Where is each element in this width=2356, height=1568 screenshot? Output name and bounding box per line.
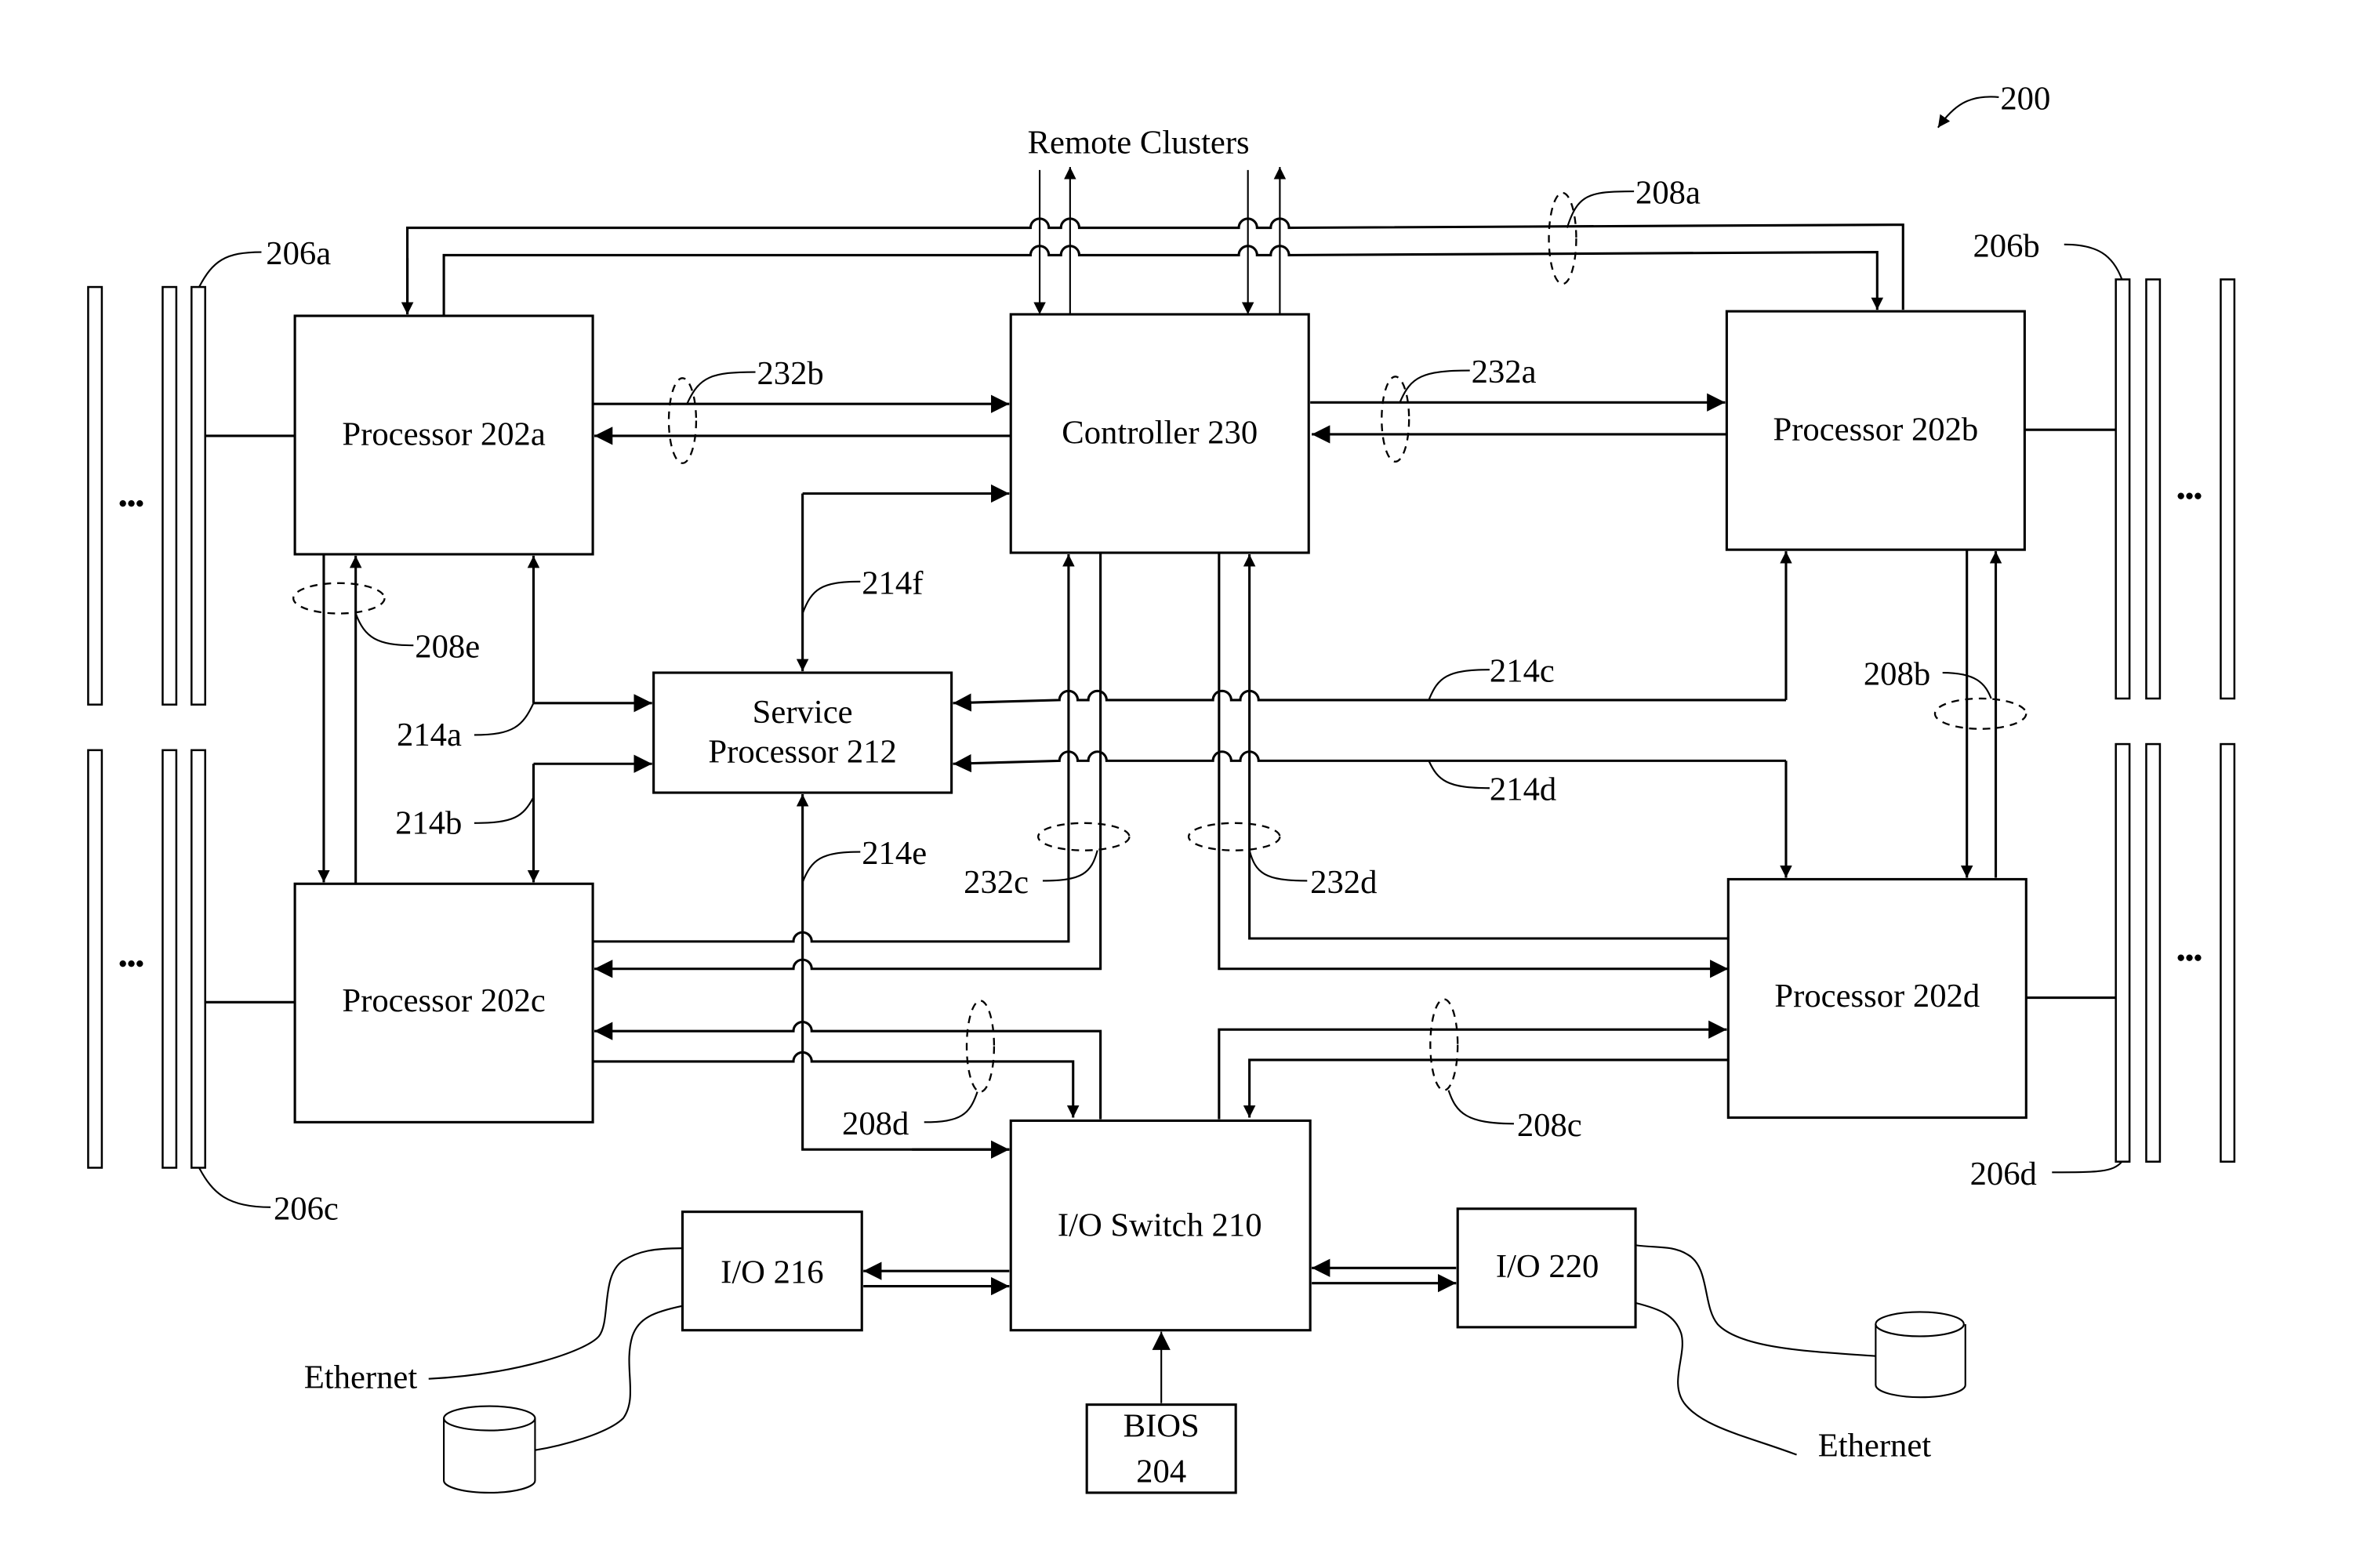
bus-208a: 208a (401, 175, 1904, 316)
io-216-label: I/O 216 (721, 1254, 823, 1291)
io-220[interactable]: I/O 220 (1456, 1207, 1637, 1329)
bus-208e-ellipse (292, 582, 386, 615)
processor-202b-label: Processor 202b (1773, 412, 1978, 448)
bus-214d-label: 214d (1490, 771, 1556, 808)
service-processor-212[interactable]: Service Processor 212 (652, 671, 953, 794)
service-processor-label-line2: Processor 212 (708, 733, 896, 770)
left-peripherals: Ethernet (304, 1247, 683, 1494)
processor-202a-label: Processor 202a (342, 416, 545, 453)
remote-clusters-label: Remote Clusters (1028, 125, 1250, 162)
bus-214d: 214d (953, 750, 1792, 878)
bus-232b-label: 232b (757, 355, 823, 392)
bus-232b: 232b (593, 355, 1011, 464)
bios-204[interactable]: BIOS 204 (1085, 1403, 1237, 1494)
memory-206c-ellipsis: ••• (118, 950, 144, 978)
figure-ref-label: 200 (2000, 80, 2050, 117)
processor-202c[interactable]: Processor 202c (293, 882, 594, 1123)
bus-232d-label: 232d (1310, 864, 1377, 901)
memory-206c-label: 206c (274, 1190, 339, 1227)
right-peripherals: Ethernet (1635, 1244, 1966, 1464)
bus-214a-label: 214a (397, 717, 462, 753)
bus-208b-label: 208b (1864, 656, 1930, 693)
memory-206b-ellipsis: ••• (2176, 482, 2202, 510)
processor-202c-label: Processor 202c (342, 982, 545, 1019)
controller-230[interactable]: Controller 230 (1009, 313, 1310, 554)
bus-232a-ellipse (1381, 376, 1410, 463)
figure-ref-200: 200 (1937, 80, 2050, 129)
bus-208a-line-2 (442, 245, 1884, 316)
bus-232c-label: 232c (964, 864, 1029, 901)
disk-right-icon (1875, 1311, 1966, 1399)
bus-214b: 214b (395, 754, 652, 883)
bus-208b-ellipse (1933, 697, 2027, 730)
memory-206a-label: 206a (266, 235, 331, 272)
bus-214f-label: 214f (862, 564, 924, 601)
processor-202b[interactable]: Processor 202b (1725, 310, 2026, 551)
bus-214f: 214f (796, 484, 1010, 672)
bus-214e: 214e (796, 793, 1010, 1159)
disk-left-icon (443, 1405, 536, 1494)
processor-202a[interactable]: Processor 202a (293, 314, 594, 556)
block-diagram-figure-200: 200 Remote Clusters 208a Processor 202a … (0, 0, 2356, 1564)
bus-232c-ellipse (1036, 822, 1131, 851)
bus-214c: 214c (953, 551, 1792, 712)
disk-right-cable (1635, 1244, 1876, 1357)
bus-208c-ellipse (1429, 998, 1459, 1091)
io-switch-210-label: I/O Switch 210 (1058, 1207, 1262, 1244)
processor-202d-label: Processor 202d (1774, 978, 1980, 1014)
bus-214b-label: 214b (395, 804, 462, 841)
bus-208b: 208b (1864, 550, 2027, 878)
bus-208e-label: 208e (415, 629, 480, 666)
bus-208c-label: 208c (1517, 1107, 1582, 1144)
service-processor-label-line1: Service (753, 694, 853, 731)
bus-208a-line-1 (406, 217, 1904, 314)
bus-208a-leader (1566, 190, 1635, 228)
bus-208a-ellipse (1548, 191, 1577, 285)
bus-208d-ellipse (965, 1000, 996, 1093)
ethernet-left-cable (428, 1247, 683, 1380)
disk-left-cable (535, 1305, 683, 1451)
bus-232b-ellipse (667, 377, 698, 464)
memory-206a-ellipsis: ••• (118, 490, 144, 517)
io-220-label: I/O 220 (1496, 1248, 1599, 1285)
bus-232a-label: 232a (1472, 354, 1537, 390)
bus-208a-label: 208a (1635, 175, 1701, 212)
ethernet-left-label: Ethernet (304, 1359, 418, 1396)
bus-214c-label: 214c (1490, 653, 1555, 690)
ethernet-right-cable (1635, 1301, 1797, 1456)
controller-230-label: Controller 230 (1062, 415, 1258, 452)
processor-202d[interactable]: Processor 202d (1726, 877, 2027, 1120)
memory-206b-label: 206b (1973, 227, 2039, 264)
memory-206d-label: 206d (1970, 1156, 2037, 1192)
bus-232a: 232a (1310, 354, 1727, 463)
diagram-canvas: 200 Remote Clusters 208a Processor 202a … (87, 80, 2236, 1494)
bus-208d-label: 208d (842, 1105, 909, 1142)
memory-206d-ellipsis: ••• (2176, 944, 2202, 971)
bios-label-line2: 204 (1136, 1453, 1186, 1490)
bios-label-line1: BIOS (1124, 1407, 1200, 1444)
ethernet-right-label: Ethernet (1818, 1427, 1932, 1464)
io-switch-210[interactable]: I/O Switch 210 (1009, 1119, 1312, 1332)
bus-232d-ellipse (1187, 822, 1281, 851)
io-216[interactable]: I/O 216 (681, 1210, 863, 1332)
bus-214e-label: 214e (862, 835, 927, 872)
